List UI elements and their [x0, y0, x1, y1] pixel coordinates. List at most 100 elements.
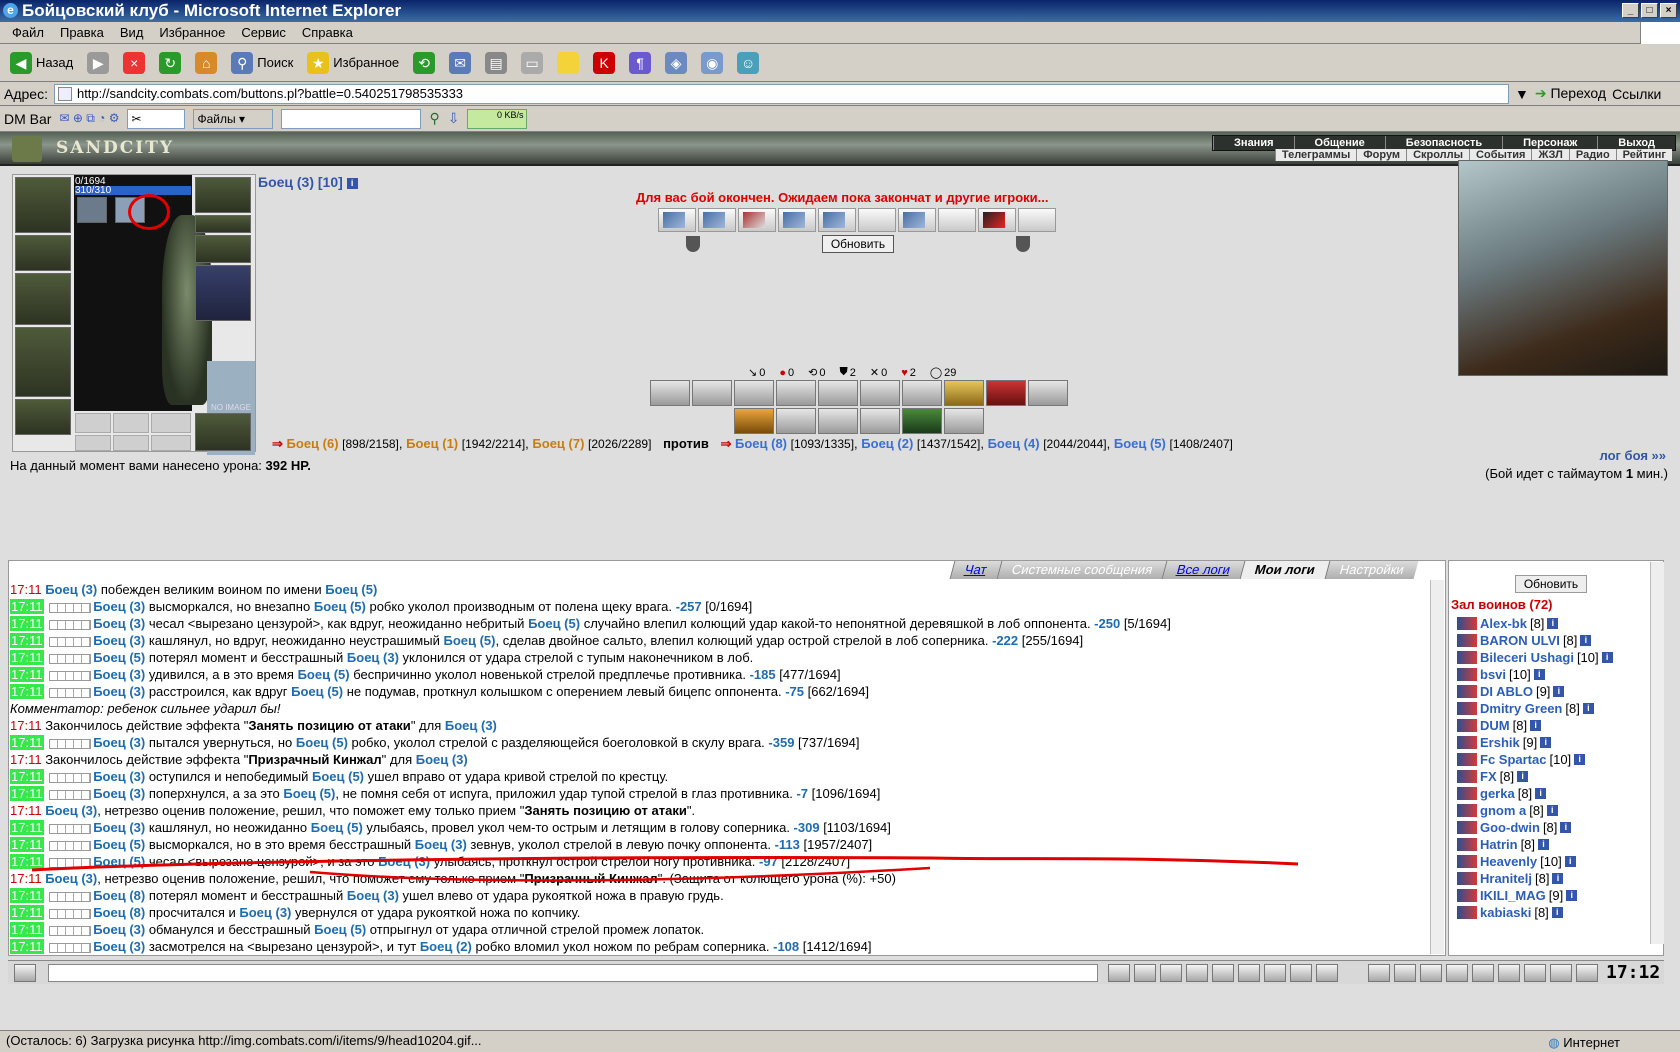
- nav-exit[interactable]: Выход: [1597, 136, 1675, 150]
- fighter-name[interactable]: Боец (8): [93, 888, 145, 903]
- fighter-name[interactable]: Боец (3): [93, 667, 145, 682]
- fighter-name[interactable]: Боец (3): [93, 599, 145, 614]
- chat-tool-icon[interactable]: [1316, 964, 1338, 982]
- chat-tool-icon[interactable]: [1368, 964, 1390, 982]
- empty-slot[interactable]: [75, 435, 111, 451]
- address-input[interactable]: http://sandcity.combats.com/buttons.pl?b…: [53, 83, 1509, 104]
- fighter-name[interactable]: Боец (5): [298, 667, 350, 682]
- warrior-item[interactable]: bsvi [10] i: [1457, 666, 1657, 683]
- warrior-name[interactable]: gerka: [1480, 786, 1515, 801]
- dm-go-icon[interactable]: ⚲: [429, 110, 439, 127]
- info-icon[interactable]: i: [1580, 635, 1592, 646]
- fighter-name[interactable]: Боец (3): [45, 803, 97, 818]
- address-dropdown-icon[interactable]: ▼: [1515, 86, 1529, 102]
- warrior-name[interactable]: kabiaski: [1480, 905, 1531, 920]
- nav-forum[interactable]: Форум: [1356, 149, 1406, 161]
- fighter-name[interactable]: Боец (3): [347, 888, 399, 903]
- warrior-name[interactable]: DUM: [1480, 718, 1510, 733]
- skill-button[interactable]: [986, 380, 1026, 406]
- info-icon[interactable]: i: [1601, 652, 1613, 663]
- smiley-icon[interactable]: [1290, 964, 1312, 982]
- warrior-name[interactable]: BARON ULVI: [1480, 633, 1560, 648]
- scroll-slot[interactable]: [738, 208, 776, 232]
- tool-button-3[interactable]: ◉: [697, 48, 727, 78]
- nav-security[interactable]: Безопасность: [1384, 136, 1502, 150]
- gloves-slot[interactable]: [195, 235, 251, 263]
- warrior-name[interactable]: Goo-dwin: [1480, 820, 1540, 835]
- earring-slot[interactable]: [195, 177, 251, 213]
- battle-log-link[interactable]: лог боя »»: [1599, 448, 1666, 463]
- fighter-name[interactable]: Боец (3): [93, 735, 145, 750]
- tab-system-messages[interactable]: Системные сообщения: [996, 561, 1167, 579]
- chat-filter-icon[interactable]: [1160, 964, 1182, 982]
- fighter-name[interactable]: Боец (5): [325, 582, 377, 597]
- fighter-name[interactable]: Боец (3): [93, 616, 145, 631]
- forward-button[interactable]: ▶: [83, 48, 113, 78]
- skill-button[interactable]: [776, 380, 816, 406]
- ring-slots[interactable]: [195, 215, 251, 233]
- favorites-button[interactable]: ★ Избранное: [303, 48, 403, 78]
- dm-download-icon[interactable]: ⇩: [448, 110, 460, 127]
- info-icon[interactable]: i: [1574, 754, 1586, 765]
- empty-slot[interactable]: [113, 435, 149, 451]
- links-button[interactable]: Ссылки: [1612, 86, 1661, 102]
- skill-button[interactable]: [944, 380, 984, 406]
- skill-button[interactable]: [734, 408, 774, 434]
- fighter-name[interactable]: Боец (3): [415, 837, 467, 852]
- maximize-button[interactable]: □: [1641, 3, 1658, 18]
- scroll-slot[interactable]: [858, 208, 896, 232]
- helmet-slot[interactable]: [15, 177, 71, 233]
- warrior-item[interactable]: Goo-dwin [8] i: [1457, 819, 1657, 836]
- dm-search-button[interactable]: ✂: [127, 108, 186, 129]
- armor-slot[interactable]: [15, 327, 71, 397]
- notes-button[interactable]: [553, 48, 583, 78]
- fighter-name[interactable]: Боец (5): [93, 650, 145, 665]
- belt-slot[interactable]: [15, 399, 71, 435]
- warrior-item[interactable]: FX [8] i: [1457, 768, 1657, 785]
- info-icon[interactable]: i: [1540, 737, 1552, 748]
- chat-tool-icon[interactable]: [1212, 964, 1234, 982]
- tab-my-logs[interactable]: Мои логи: [1239, 561, 1330, 579]
- fighter-name[interactable]: Боец (5): [291, 684, 343, 699]
- fighter-name[interactable]: Боец (5): [296, 735, 348, 750]
- warrior-name[interactable]: Hranitelj: [1480, 871, 1532, 886]
- skill-button[interactable]: [860, 380, 900, 406]
- warrior-item[interactable]: gerka [8] i: [1457, 785, 1657, 802]
- nav-telegrams[interactable]: Телеграммы: [1274, 149, 1356, 161]
- fighter-title[interactable]: Боец (3) [10] i: [258, 174, 358, 190]
- menu-tools[interactable]: Сервис: [233, 25, 294, 40]
- skill-button[interactable]: [902, 408, 942, 434]
- warrior-name[interactable]: Ershik: [1480, 735, 1520, 750]
- empty-slot[interactable]: [151, 413, 191, 433]
- fighter-name[interactable]: Боец (3): [93, 786, 145, 801]
- info-icon[interactable]: i: [1582, 703, 1594, 714]
- team1-fighter[interactable]: Боец (1): [406, 436, 458, 451]
- tool-button-4[interactable]: ☺: [733, 48, 763, 78]
- fighter-name[interactable]: Боец (5): [314, 599, 366, 614]
- scroll-slot[interactable]: [938, 208, 976, 232]
- warrior-item[interactable]: DUM [8] i: [1457, 717, 1657, 734]
- nav-character[interactable]: Персонаж: [1502, 136, 1597, 150]
- warrior-name[interactable]: Heavenly: [1480, 854, 1537, 869]
- menu-help[interactable]: Справка: [294, 25, 361, 40]
- fighter-name[interactable]: Боец (3): [378, 854, 430, 869]
- go-button[interactable]: ➔ Переход: [1535, 85, 1606, 102]
- info-icon[interactable]: i: [1552, 873, 1564, 884]
- warrior-item[interactable]: DI ABLO [9] i: [1457, 683, 1657, 700]
- fighter-name[interactable]: Боец (5): [283, 786, 335, 801]
- info-icon[interactable]: i: [1547, 618, 1559, 629]
- fighter-name[interactable]: Боец (5): [93, 854, 145, 869]
- warrior-name[interactable]: Dmitry Green: [1480, 701, 1562, 716]
- team1-fighter[interactable]: Боец (6): [287, 436, 339, 451]
- warrior-name[interactable]: bsvi: [1480, 667, 1506, 682]
- skill-button[interactable]: [1028, 380, 1068, 406]
- kaspersky-button[interactable]: K: [589, 48, 619, 78]
- dm-tool-icons[interactable]: ✉ ⊕ ⧉ ◔ ⚙: [59, 111, 119, 126]
- info-icon[interactable]: i: [1530, 720, 1542, 731]
- chat-tool-icon[interactable]: [1472, 964, 1494, 982]
- fighter-name[interactable]: Боец (8): [93, 905, 145, 920]
- dm-search-input[interactable]: [281, 108, 422, 129]
- necklace-slot[interactable]: [15, 235, 71, 271]
- print-button[interactable]: ▤: [481, 48, 511, 78]
- chat-tool-icon[interactable]: [1264, 964, 1286, 982]
